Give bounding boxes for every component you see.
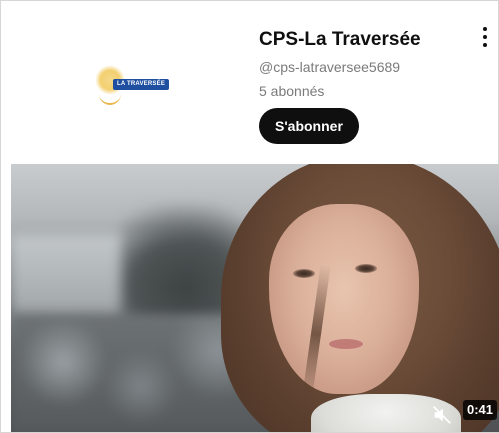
kebab-dot: [483, 27, 487, 31]
subscriber-count: 5 abonnés: [259, 83, 325, 99]
logo-badge: LA TRAVERSÉE: [113, 79, 169, 90]
thumbnail-face: [269, 204, 419, 394]
channel-logo[interactable]: LA TRAVERSÉE: [91, 59, 201, 111]
thumbnail-eye-left: [293, 269, 315, 278]
channel-card: LA TRAVERSÉE CPS-La Traversée @cps-latra…: [0, 0, 499, 433]
muted-speaker-icon[interactable]: [431, 404, 453, 426]
more-vert-icon[interactable]: [479, 25, 491, 51]
thumbnail-eye-right: [355, 264, 377, 273]
kebab-dot: [483, 35, 487, 39]
video-duration: 0:41: [463, 400, 498, 420]
channel-name[interactable]: CPS-La Traversée: [259, 29, 421, 51]
logo-tagline-graphic: [113, 92, 175, 96]
video-thumbnail[interactable]: 0:41: [11, 164, 499, 432]
channel-header: LA TRAVERSÉE CPS-La Traversée @cps-latra…: [1, 1, 498, 161]
channel-handle: @cps-latraversee5689: [259, 59, 401, 75]
kebab-dot: [483, 43, 487, 47]
subscribe-button[interactable]: S'abonner: [259, 108, 359, 144]
thumbnail-lips: [329, 339, 363, 349]
